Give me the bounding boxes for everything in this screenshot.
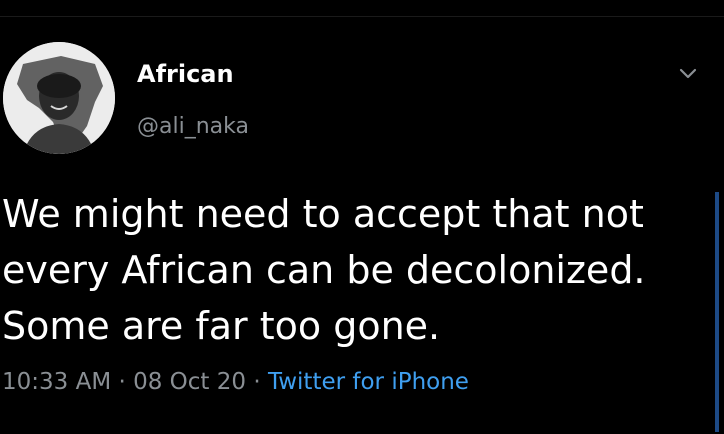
scroll-accent-bar [715, 192, 719, 432]
tweet-date[interactable]: 08 Oct 20 [133, 369, 246, 395]
meta-separator: · [118, 369, 126, 395]
tweet-body: We might need to accept that not every A… [2, 186, 702, 354]
tweet-text-line: We might need to accept that not [2, 192, 644, 236]
avatar-image [3, 42, 115, 154]
author-display-name[interactable]: African [137, 60, 234, 88]
tweet-source-link[interactable]: Twitter for iPhone [268, 369, 469, 395]
tweet-screen: African @ali_naka We might need to accep… [0, 0, 724, 434]
tweet-meta: 10:33 AM · 08 Oct 20 · Twitter for iPhon… [2, 369, 469, 395]
chevron-down-icon[interactable] [676, 62, 700, 86]
tweet-time[interactable]: 10:33 AM [2, 369, 111, 395]
meta-separator: · [253, 369, 261, 395]
author-handle[interactable]: @ali_naka [137, 114, 249, 139]
tweet-text-line: Some are far too gone. [2, 304, 441, 348]
profile-avatar[interactable] [3, 42, 115, 154]
tweet-text-line: every African can be decolonized. [2, 248, 646, 292]
top-divider [0, 16, 724, 17]
